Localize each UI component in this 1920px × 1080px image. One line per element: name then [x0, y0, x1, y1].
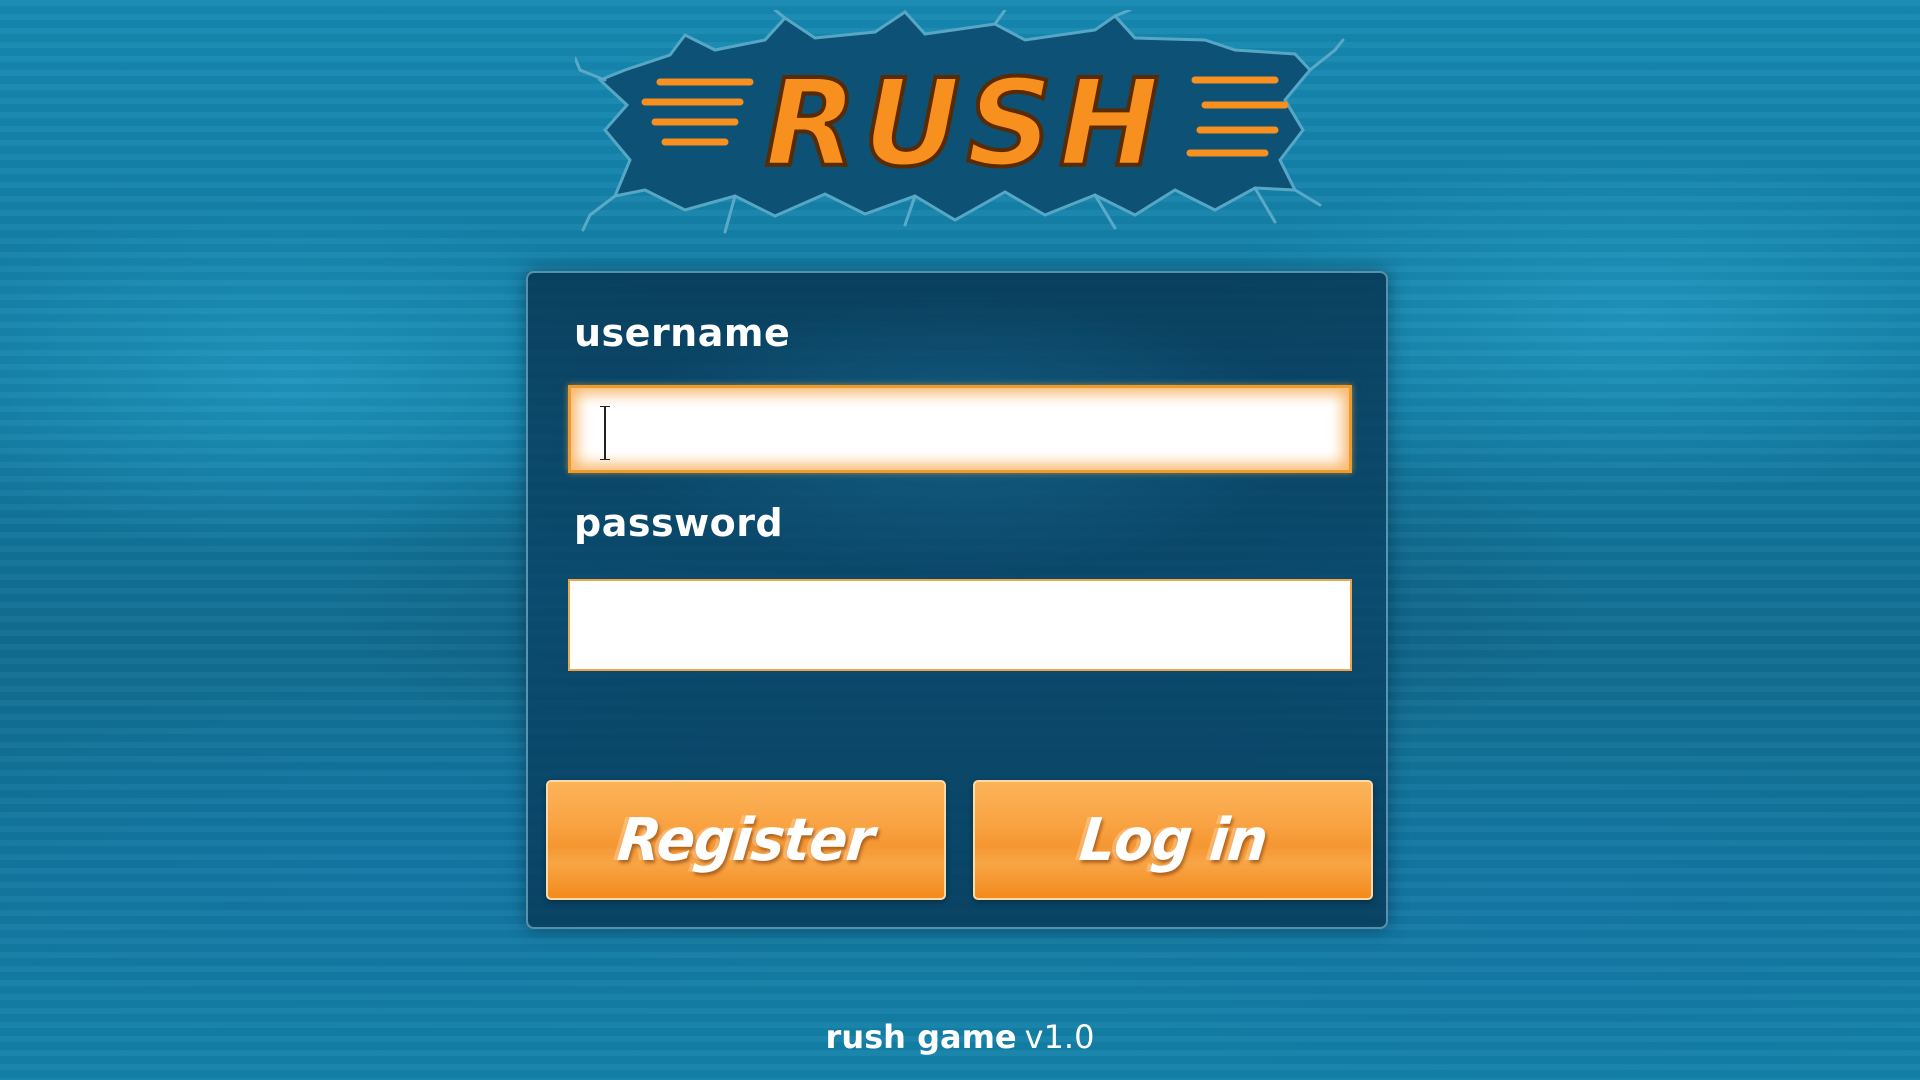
username-field-box[interactable] [568, 385, 1352, 473]
login-button-label: Log in [1076, 805, 1270, 875]
rush-logo: RUSH [575, 10, 1345, 240]
password-label: password [574, 501, 784, 545]
footer-game-name: rush game [825, 1018, 1017, 1056]
footer-version: v1.0 [1024, 1018, 1095, 1056]
password-field-box[interactable] [568, 579, 1352, 671]
footer: rush game v1.0 [0, 1018, 1920, 1056]
register-button[interactable]: Register [546, 780, 946, 900]
login-button[interactable]: Log in [973, 780, 1373, 900]
username-input[interactable] [571, 388, 1349, 470]
username-label: username [574, 311, 791, 355]
register-button-label: Register [614, 805, 878, 875]
login-panel: username password Register Log in [526, 271, 1388, 929]
password-input[interactable] [570, 581, 1350, 669]
logo-text: RUSH [765, 55, 1166, 194]
